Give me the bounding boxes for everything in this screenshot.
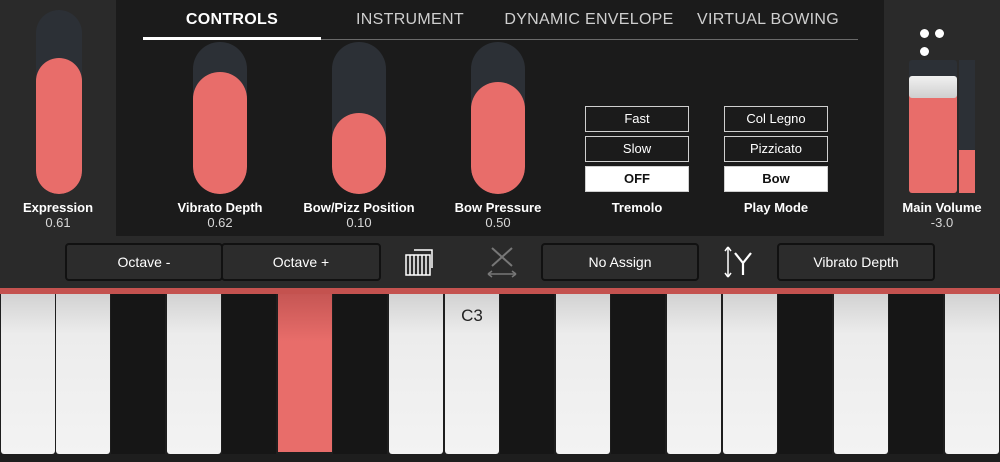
bow-pizz-position-slider[interactable]: [332, 42, 386, 194]
black-key[interactable]: [333, 294, 387, 454]
black-key[interactable]: [500, 294, 554, 454]
tremolo-slow-button[interactable]: Slow: [585, 136, 689, 162]
black-key[interactable]: [222, 294, 276, 454]
x-axis-icon: [484, 245, 520, 279]
piano-keyboard: C3: [0, 294, 1000, 462]
white-key[interactable]: [167, 294, 221, 454]
level-meter: [959, 60, 975, 193]
tab-bar: CONTROLS INSTRUMENT DYNAMIC ENVELOPE VIR…: [143, 0, 858, 40]
toolbar: Octave - Octave + No Assign Vibrato Dept…: [0, 236, 1000, 288]
level-meter-fill: [959, 150, 975, 193]
white-key-c3[interactable]: C3: [445, 294, 499, 454]
white-key[interactable]: [556, 294, 610, 454]
main-volume-value: -3.0: [930, 215, 954, 230]
bow-pizz-position-value: 0.10: [346, 215, 372, 230]
black-key[interactable]: [778, 294, 832, 454]
play-mode-pizzicato-button[interactable]: Pizzicato: [724, 136, 828, 162]
x-assign-button[interactable]: No Assign: [541, 243, 699, 281]
black-key[interactable]: [611, 294, 665, 454]
black-key[interactable]: [889, 294, 943, 454]
white-key[interactable]: [56, 294, 110, 454]
white-key[interactable]: [389, 294, 443, 454]
expression-slider-fill: [36, 57, 82, 194]
black-key-pressed[interactable]: [278, 294, 332, 452]
main-volume-label: Main Volume: [902, 200, 982, 215]
y-axis-icon: [722, 245, 756, 279]
main-volume-handle[interactable]: [909, 76, 957, 98]
bow-pizz-position-slider-fill: [332, 113, 386, 194]
white-key[interactable]: [667, 294, 721, 454]
play-mode-bow-button[interactable]: Bow: [724, 166, 828, 192]
white-key[interactable]: [834, 294, 888, 454]
bow-pressure-label: Bow Pressure: [454, 200, 542, 215]
vibrato-depth-value: 0.62: [207, 215, 233, 230]
expression-panel: Expression 0.61: [0, 0, 116, 236]
play-mode-label: Play Mode: [743, 200, 809, 215]
note-label-c3: C3: [461, 306, 483, 325]
tremolo-off-button[interactable]: OFF: [585, 166, 689, 192]
vibrato-depth-slider-fill: [193, 72, 247, 194]
controls-panel: Expression 0.61 CONTROLS INSTRUMENT DYNA…: [0, 0, 1000, 236]
expression-value: 0.61: [45, 215, 71, 230]
keyboard-icon[interactable]: [404, 249, 434, 277]
tab-dynamic-envelope[interactable]: DYNAMIC ENVELOPE: [499, 0, 679, 40]
expression-label: Expression: [22, 200, 94, 215]
white-key[interactable]: [1, 294, 55, 454]
more-dots-icon[interactable]: [920, 25, 964, 56]
bow-pressure-slider[interactable]: [471, 42, 525, 194]
bow-pressure-slider-fill: [471, 81, 525, 194]
bow-pressure-value: 0.50: [485, 215, 511, 230]
vibrato-depth-label: Vibrato Depth: [177, 200, 263, 215]
bow-pizz-position-label: Bow/Pizz Position: [303, 200, 415, 215]
tab-controls[interactable]: CONTROLS: [143, 0, 321, 40]
play-mode-col-legno-button[interactable]: Col Legno: [724, 106, 828, 132]
tab-virtual-bowing[interactable]: VIRTUAL BOWING: [679, 0, 857, 40]
expression-slider[interactable]: [36, 10, 82, 194]
white-key[interactable]: [723, 294, 777, 454]
black-key[interactable]: [111, 294, 165, 454]
vibrato-depth-slider[interactable]: [193, 42, 247, 194]
octave-down-button[interactable]: Octave -: [65, 243, 223, 281]
y-assign-button[interactable]: Vibrato Depth: [777, 243, 935, 281]
octave-up-button[interactable]: Octave +: [221, 243, 381, 281]
tremolo-fast-button[interactable]: Fast: [585, 106, 689, 132]
tremolo-label: Tremolo: [611, 200, 663, 215]
tab-instrument[interactable]: INSTRUMENT: [321, 0, 499, 40]
white-key[interactable]: [945, 294, 999, 454]
